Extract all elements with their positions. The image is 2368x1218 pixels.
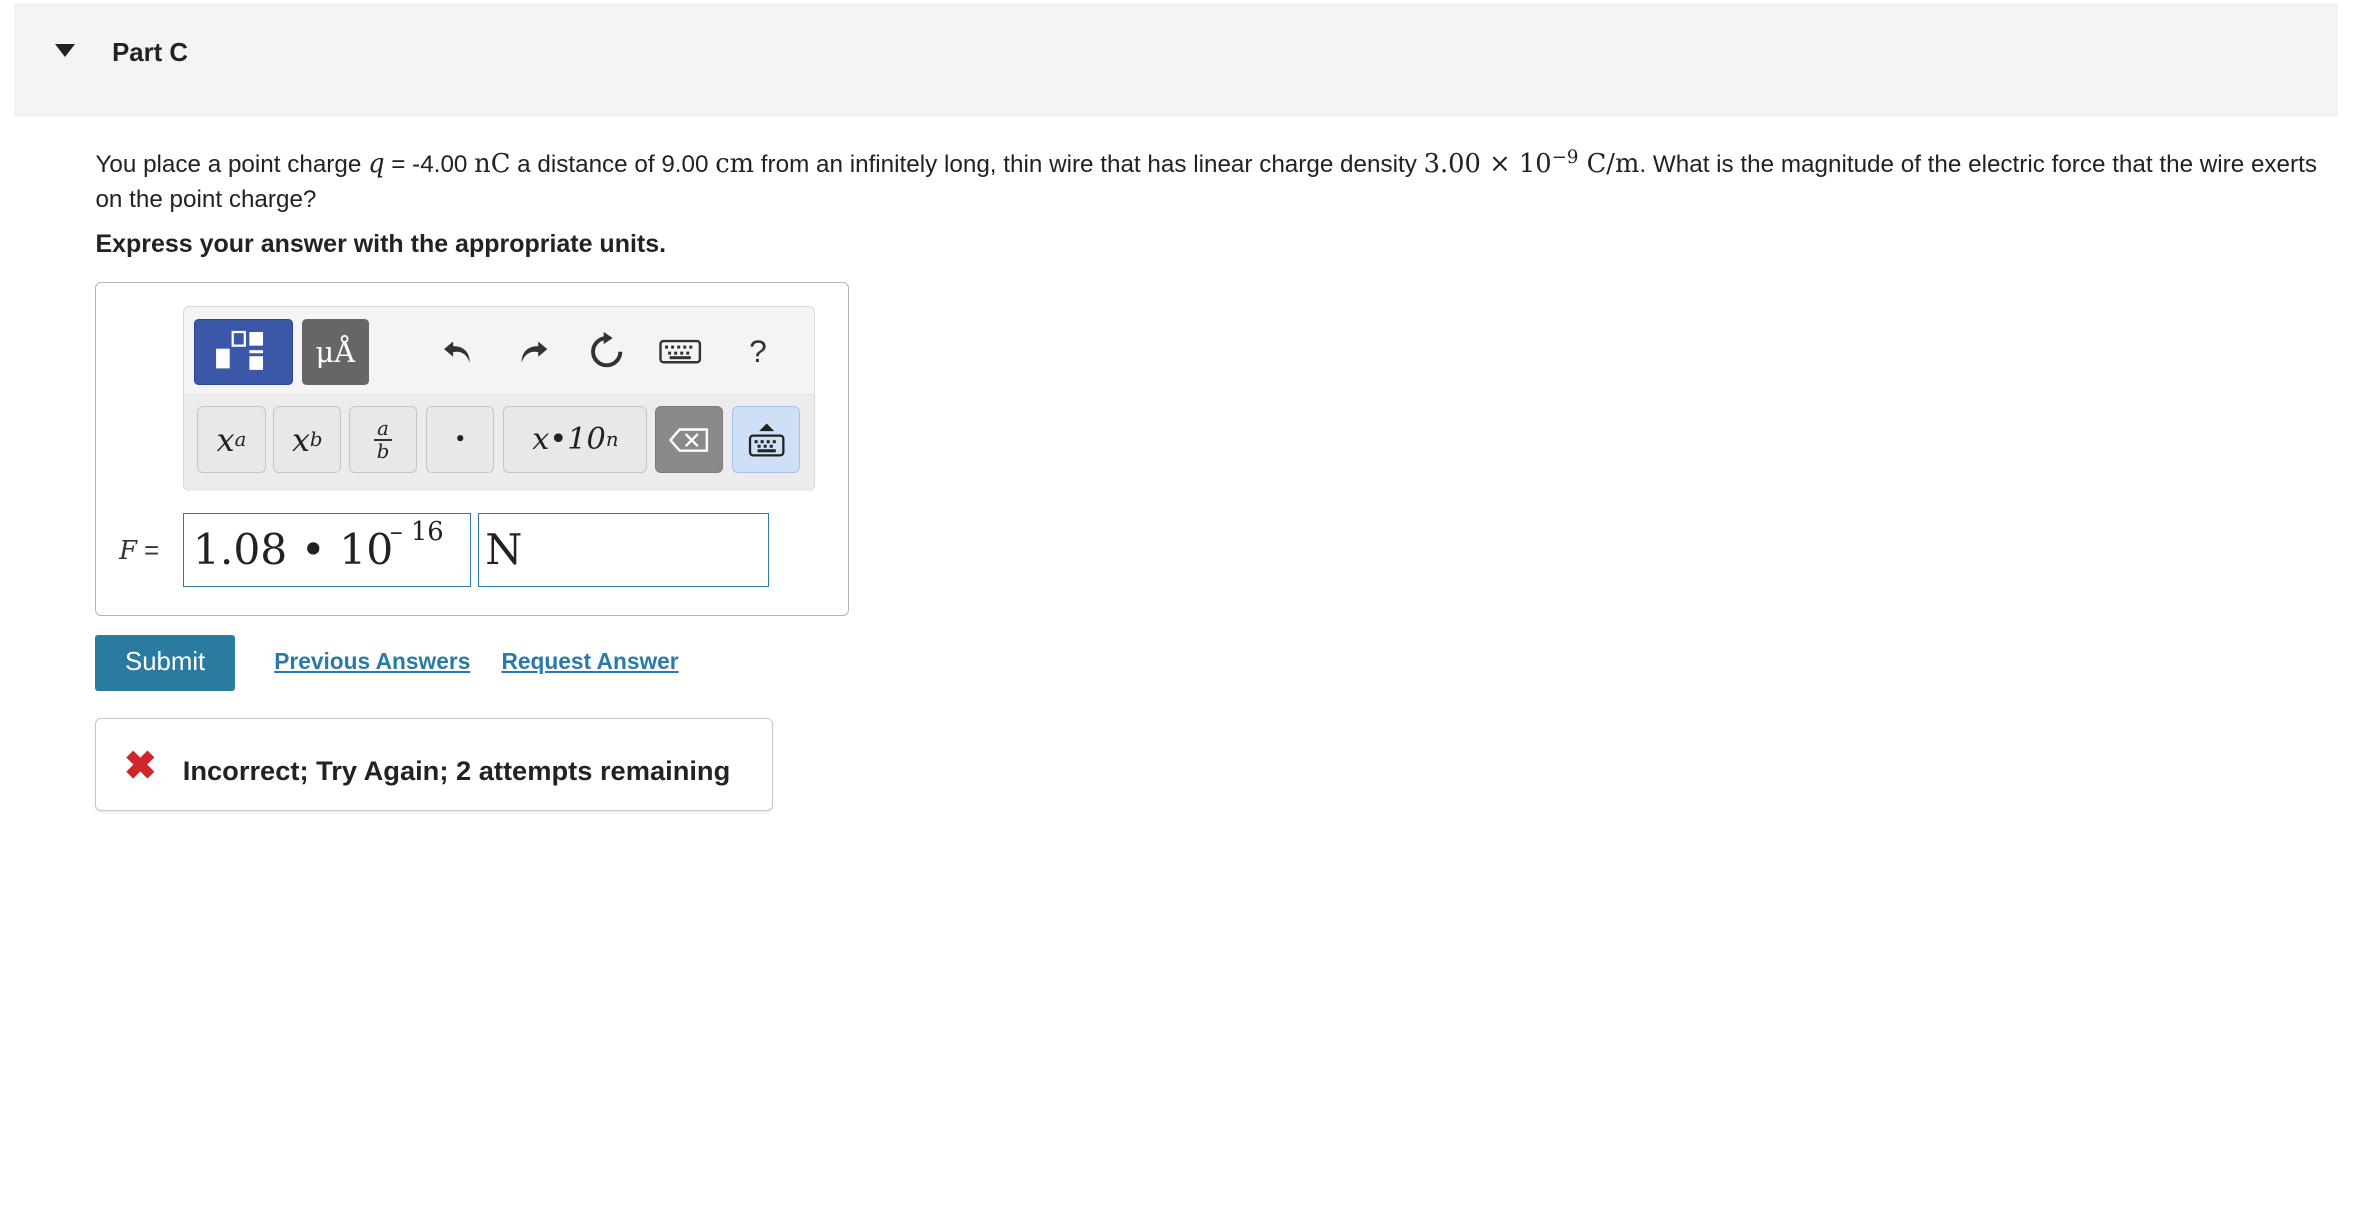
distance-unit: cm [715, 148, 755, 179]
incorrect-icon: ✖ [123, 743, 157, 788]
question-segment: from an infinitely long, thin wire that … [754, 150, 1424, 178]
templates-icon [216, 331, 264, 371]
answer-box: μÅ ? xa xb a b • x•10 n F = 1.08 • 10 – … [95, 281, 849, 616]
answer-variable: F [119, 535, 138, 566]
help-button[interactable]: ? [735, 328, 780, 376]
charge-density-value: 3.00 × 10 [1423, 148, 1552, 179]
key-sup: n [605, 428, 619, 452]
collapse-caret-icon[interactable] [54, 43, 75, 57]
charge-unit: nC [474, 148, 511, 179]
feedback-box: ✖ Incorrect; Try Again; 2 attempts remai… [95, 718, 774, 811]
keyboard-toggle-key[interactable] [732, 406, 801, 474]
answer-equals: = [137, 536, 160, 565]
fraction-key[interactable]: a b [348, 406, 418, 474]
undo-icon[interactable] [435, 328, 480, 376]
backspace-key[interactable] [654, 406, 724, 474]
key-sub: b [309, 428, 323, 452]
units-button[interactable]: μÅ [301, 318, 369, 386]
scientific-notation-key[interactable]: x•10 n [503, 406, 648, 474]
feedback-text: Incorrect; Try Again; 2 attempts remaini… [182, 755, 731, 787]
charge-density-unit: C/m [1578, 148, 1640, 179]
keyboard-icon[interactable] [658, 328, 703, 376]
previous-answers-link[interactable]: Previous Answers [274, 648, 470, 675]
charge-variable: q [368, 148, 385, 179]
key-denominator: b [376, 439, 390, 463]
request-answer-link[interactable]: Request Answer [501, 648, 678, 675]
reset-icon[interactable] [584, 328, 629, 376]
templates-button[interactable] [194, 318, 293, 386]
part-title: Part C [112, 39, 188, 68]
math-toolbar: μÅ ? xa xb a b • x•10 n [182, 305, 816, 491]
key-base: x [291, 420, 310, 459]
page: Part C You place a point charge q = -4.0… [0, 0, 2368, 811]
keyboard-up-icon [748, 423, 785, 457]
answer-units: N [485, 526, 523, 576]
redo-icon[interactable] [511, 328, 556, 376]
submit-button[interactable]: Submit [95, 634, 235, 691]
answer-exponent: – 16 [389, 517, 444, 548]
answer-value-input[interactable]: 1.08 • 10 – 16 [182, 513, 471, 588]
key-base: x•10 [532, 422, 606, 458]
question-segment: You place a point charge [95, 150, 369, 178]
subscript-key[interactable]: xb [273, 406, 342, 474]
answer-mantissa: 1.08 • 10 [192, 526, 394, 576]
answer-units-input[interactable]: N [478, 513, 770, 588]
charge-density-exponent: −9 [1551, 146, 1579, 168]
dot-key[interactable]: • [426, 406, 495, 474]
instruction: Express your answer with the appropriate… [95, 230, 667, 259]
superscript-key[interactable]: xa [197, 406, 266, 474]
answer-label: F = [119, 536, 159, 566]
key-numerator: a [377, 416, 389, 440]
part-header[interactable]: Part C [13, 3, 2338, 117]
question-text: You place a point charge q = -4.00 nC a … [95, 141, 2322, 218]
question-segment: a distance of 9.00 [510, 150, 716, 178]
key-sup: a [234, 428, 247, 452]
question-segment: = -4.00 [384, 150, 475, 178]
backspace-icon [669, 427, 709, 452]
key-base: x [216, 420, 235, 459]
